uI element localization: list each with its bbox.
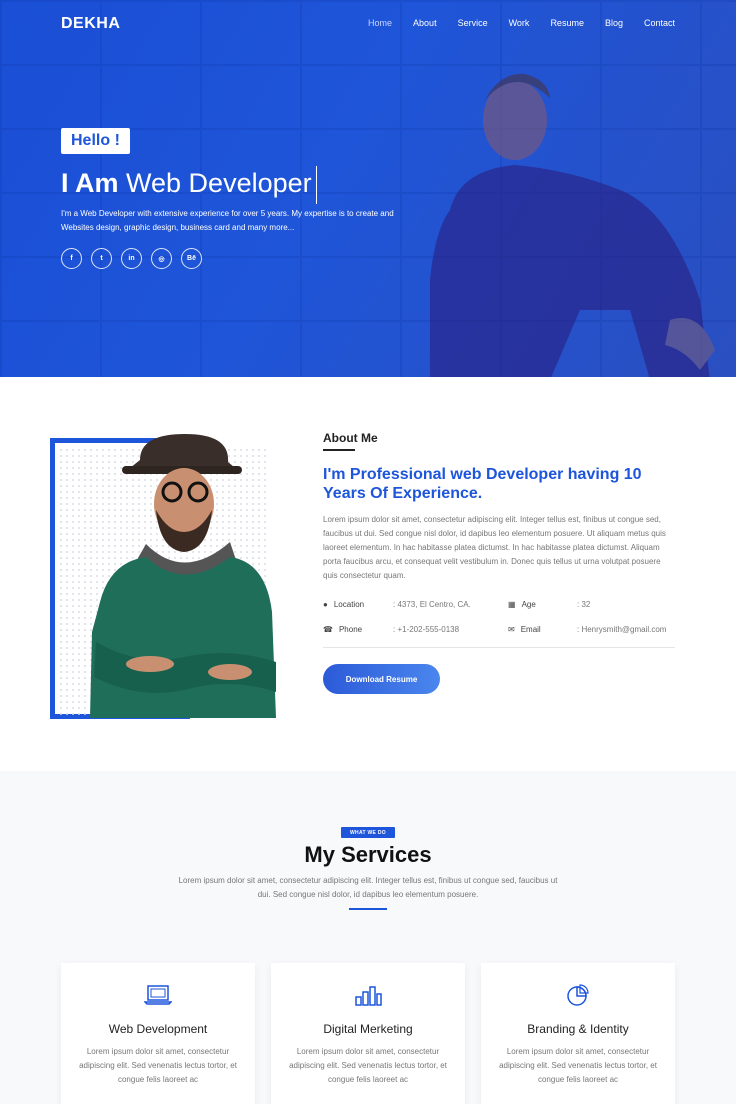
- facebook-icon[interactable]: f: [61, 248, 82, 269]
- phone-label: Phone: [338, 625, 363, 634]
- service-card-text: Lorem ipsum dolor sit amet, consectetur …: [499, 1047, 657, 1084]
- age-label: Age: [521, 600, 536, 609]
- envelope-icon: ✉: [508, 625, 515, 634]
- service-card-title: Branding & Identity: [527, 1022, 629, 1036]
- location-label-row: ● Location: [323, 600, 364, 609]
- phone-label-row: ☎ Phone: [323, 625, 362, 634]
- nav-service[interactable]: Service: [458, 18, 488, 28]
- hero-title-typed: Web Developer: [126, 168, 312, 199]
- email-value[interactable]: : Henrysmith@gmail.com: [577, 625, 666, 634]
- nav-resume[interactable]: Resume: [550, 18, 584, 28]
- laptop-icon: [144, 985, 172, 1005]
- service-card-branding-identity[interactable]: Branding & Identity Lorem ipsum dolor si…: [481, 963, 675, 1104]
- download-resume-button[interactable]: Download Resume: [323, 664, 440, 694]
- service-card-text: Lorem ipsum dolor sit amet, consectetur …: [79, 1047, 237, 1084]
- info-divider: [323, 647, 675, 648]
- hero-section: DEKHA Home About Service Work Resume Blo…: [0, 0, 736, 377]
- age-label-row: ▦ Age: [508, 600, 536, 609]
- behance-icon[interactable]: Bē: [181, 248, 202, 269]
- site-logo[interactable]: DEKHA: [61, 15, 120, 33]
- service-card-title: Digital Merketing: [323, 1022, 413, 1036]
- nav-work[interactable]: Work: [509, 18, 530, 28]
- service-card-digital-marketing[interactable]: Digital Merketing Lorem ipsum dolor sit …: [271, 963, 465, 1104]
- about-person-image: [90, 434, 276, 718]
- phone-icon: ☎: [323, 625, 333, 634]
- services-subtitle: Lorem ipsum dolor sit amet, consectetur …: [178, 876, 558, 899]
- nav-home[interactable]: Home: [368, 18, 392, 28]
- nav-about[interactable]: About: [413, 18, 437, 28]
- bar-chart-icon: [355, 986, 382, 1006]
- services-title: My Services: [304, 842, 432, 867]
- section-tag: WHAT WE DO: [341, 827, 395, 838]
- location-value: : 4373, El Centro, CA.: [393, 600, 471, 609]
- phone-value: : +1-202-555-0138: [393, 625, 460, 634]
- service-card-web-development[interactable]: Web Development Lorem ipsum dolor sit am…: [61, 963, 255, 1104]
- instagram-icon[interactable]: ◎: [151, 248, 172, 269]
- hero-title: I Am Web Developer: [61, 166, 317, 204]
- map-pin-icon: ●: [323, 600, 328, 609]
- hero-description: I'm a Web Developer with extensive exper…: [61, 209, 394, 232]
- social-links: f t in ◎ Bē: [61, 248, 202, 269]
- hero-title-bold: I Am: [61, 168, 119, 199]
- about-label: About Me: [323, 431, 378, 445]
- service-card-text: Lorem ipsum dolor sit amet, consectetur …: [289, 1047, 447, 1084]
- location-label: Location: [333, 600, 365, 609]
- email-label: Email: [520, 625, 541, 634]
- linkedin-icon[interactable]: in: [121, 248, 142, 269]
- services-underline: [349, 908, 387, 910]
- nav-contact[interactable]: Contact: [644, 18, 675, 28]
- typing-cursor: [315, 166, 317, 204]
- pie-chart-icon: [567, 984, 589, 1006]
- hero-person-image: [430, 73, 715, 377]
- hello-badge: Hello !: [61, 128, 130, 154]
- twitter-icon[interactable]: t: [91, 248, 112, 269]
- about-heading: I'm Professional web Developer having 10…: [323, 466, 642, 502]
- service-card-title: Web Development: [108, 1022, 208, 1036]
- about-text: Lorem ipsum dolor sit amet, consectetur …: [323, 515, 666, 580]
- main-nav: Home About Service Work Resume Blog Cont…: [368, 18, 675, 28]
- email-label-row: ✉ Email: [508, 625, 541, 634]
- calendar-icon: ▦: [508, 600, 516, 609]
- about-label-underline: [323, 449, 355, 451]
- age-value: : 32: [577, 600, 591, 609]
- nav-blog[interactable]: Blog: [605, 18, 623, 28]
